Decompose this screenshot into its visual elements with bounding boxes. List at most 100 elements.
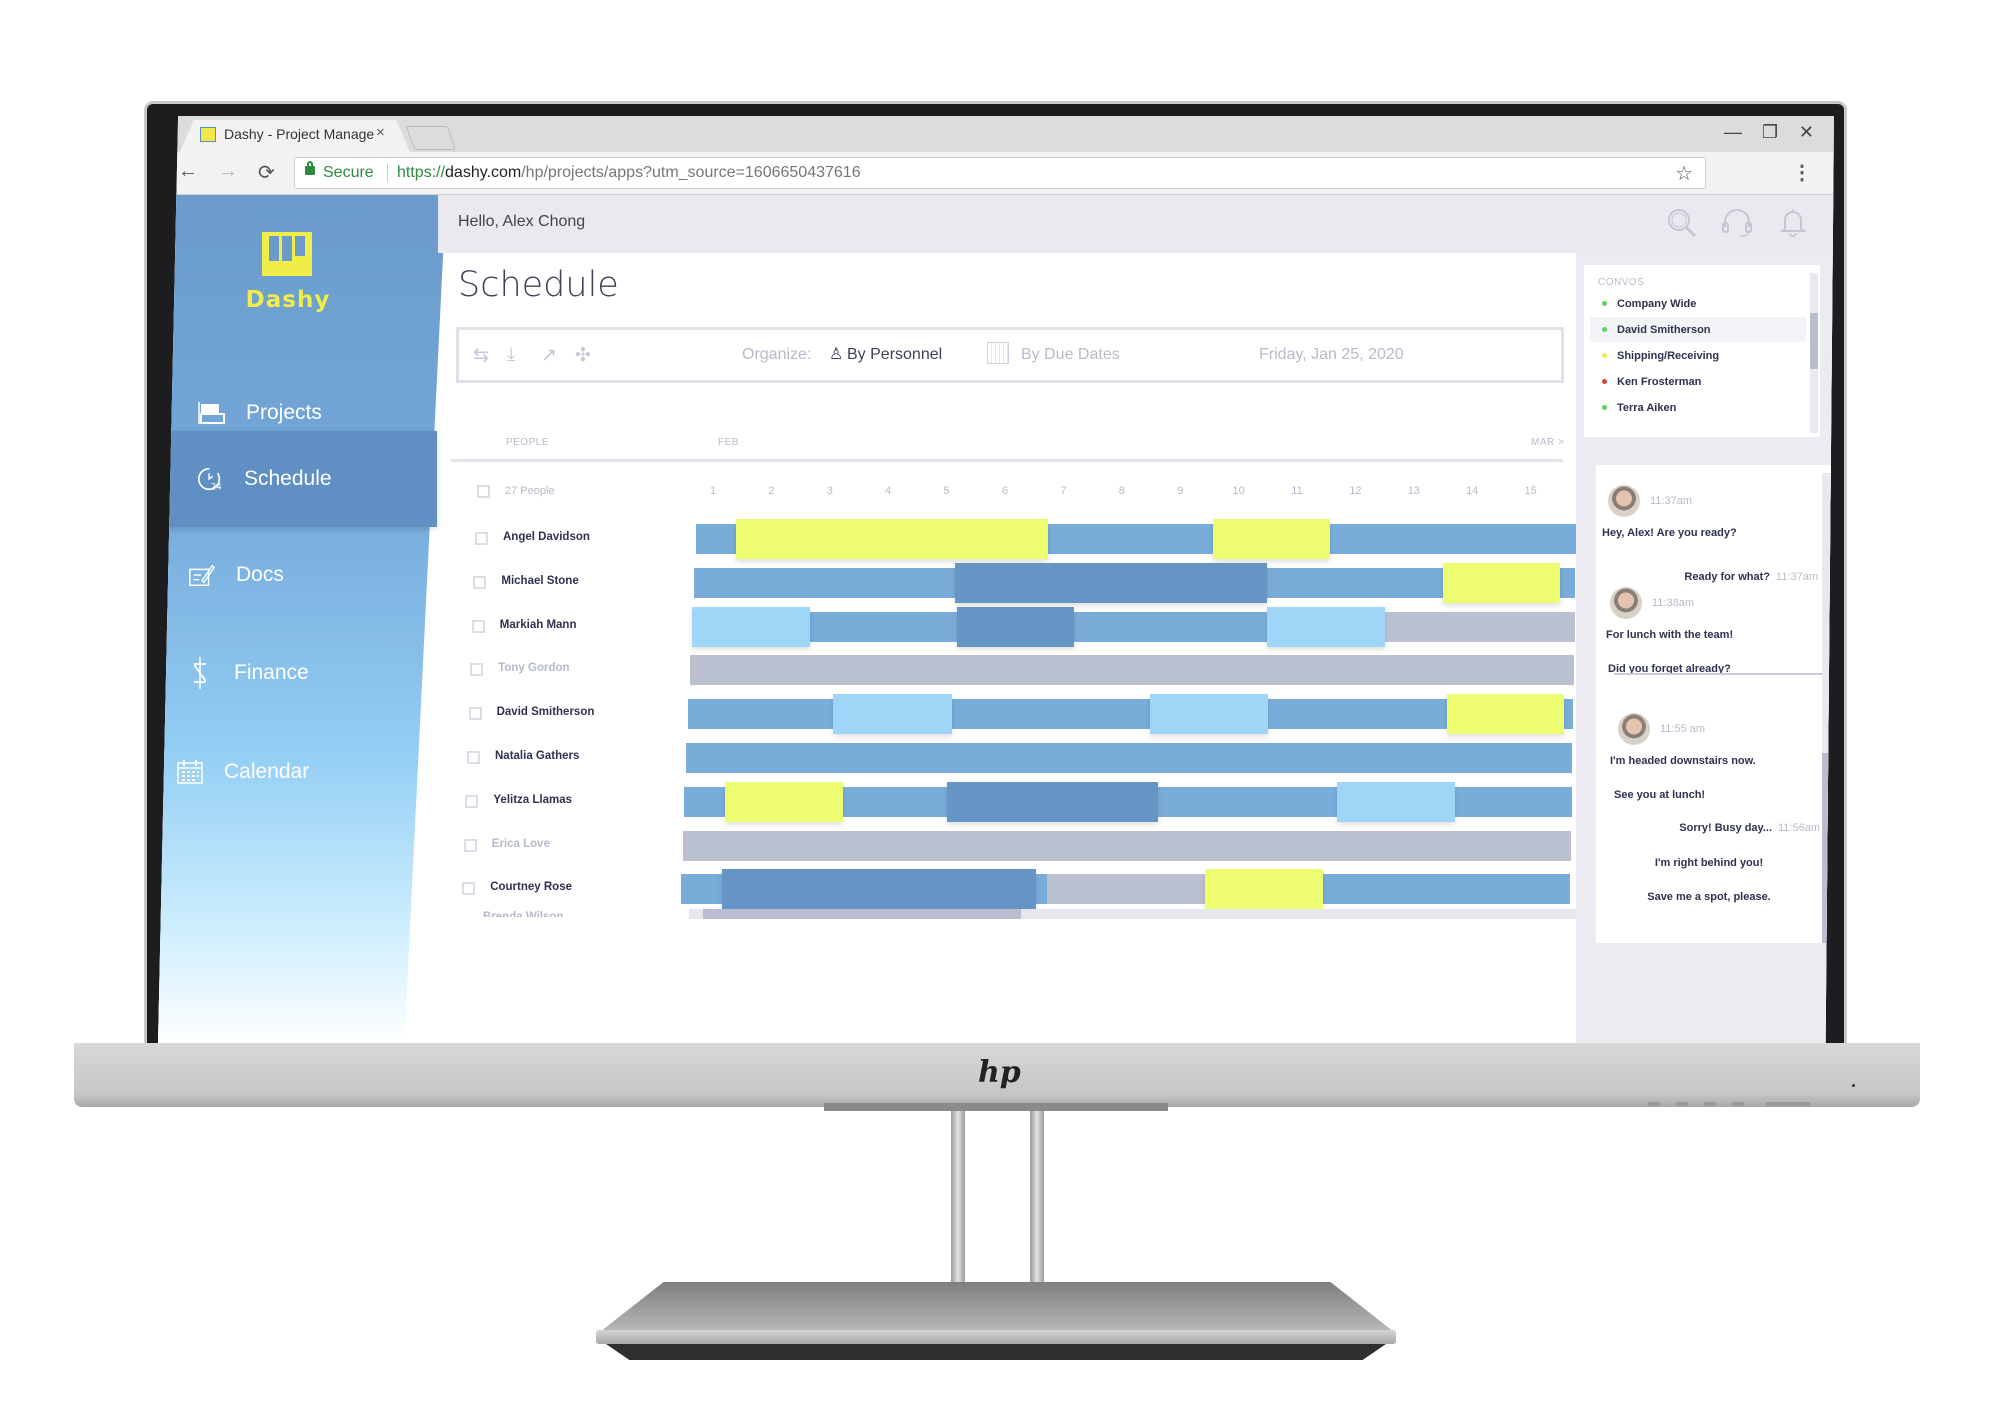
person-name[interactable]: Tony Gordon [498,662,569,674]
person-name[interactable]: Natalia Gathers [495,750,579,762]
monitor-button[interactable] [1676,1102,1688,1106]
power-button[interactable] [1766,1102,1810,1106]
row-checkbox[interactable] [473,575,487,589]
scrollbar-thumb[interactable] [1810,313,1818,369]
person-name[interactable]: Erica Love [492,838,550,850]
task-block-base[interactable] [686,743,1573,773]
hp-logo: hp [978,1055,1021,1090]
task-block-light[interactable] [692,606,810,647]
task-block-light[interactable] [1150,694,1268,735]
row-checkbox[interactable] [475,532,488,545]
row-checkbox[interactable] [462,882,476,896]
organize-by-personnel[interactable]: By Personnel [847,346,942,364]
sidebar-item-schedule[interactable]: 24 Schedule [158,449,484,509]
convo-item[interactable]: Company Wide [1590,291,1806,316]
avatar[interactable] [1610,587,1642,619]
reload-icon[interactable]: ⟳ [258,160,275,185]
export-icon[interactable]: ↗ [541,344,557,367]
sync-icon[interactable]: ⇆ [473,344,489,367]
browser-menu-icon[interactable]: ⋮ [1792,160,1812,185]
task-block-dark[interactable] [947,781,1159,822]
convo-item[interactable]: Ken Frosterman [1590,369,1806,394]
task-block-light[interactable] [833,694,952,735]
task-block-yellow[interactable] [1443,562,1561,603]
search-icon[interactable] [1666,207,1698,246]
calendar-small-icon[interactable] [987,342,1009,364]
monitor-button[interactable] [1648,1102,1660,1106]
app-header: Hello, Alex Chong [438,195,1834,253]
task-block-dark[interactable] [954,562,1267,603]
sidebar-item-projects[interactable]: Projects [158,383,486,443]
row-checkbox[interactable] [471,619,485,633]
convos-scrollbar[interactable] [1810,273,1818,433]
task-block-yellow[interactable] [1205,869,1323,910]
day-number: 4 [885,485,892,497]
restore-icon[interactable]: ❐ [1762,122,1778,143]
tab-close-icon[interactable]: × [376,124,385,141]
minimize-icon[interactable]: — [1724,122,1742,143]
task-block-gray[interactable] [1384,611,1575,642]
convo-item[interactable]: Terra Aiken [1590,395,1806,420]
convo-item[interactable]: Shipping/Receiving [1590,343,1806,368]
dashy-logo-icon[interactable] [262,232,312,276]
task-block-gray[interactable] [682,830,1571,861]
collapse-icon[interactable]: ✣ [575,344,591,367]
monitor-button[interactable] [1732,1102,1744,1106]
row-checkbox[interactable] [465,794,479,808]
organize-by-due-dates[interactable]: By Due Dates [1021,346,1120,364]
sidebar-item-finance[interactable]: Finance [158,643,474,703]
new-tab-button[interactable] [405,126,457,150]
url-text[interactable]: https://dashy.com/hp/projects/apps?utm_s… [397,164,861,182]
schedule-bar [690,655,1574,686]
row-checkbox[interactable] [463,838,477,852]
person-name[interactable]: Yelitza Llamas [493,794,572,806]
person-name[interactable]: David Smitherson [497,706,595,718]
docs-icon [188,561,216,589]
next-month-button[interactable]: MAR > [1531,437,1564,448]
address-bar[interactable]: Secure https://dashy.com/hp/projects/app… [294,157,1706,189]
sidebar-item-calendar[interactable]: Calendar [158,742,464,802]
task-block-yellow[interactable] [725,781,844,822]
avatar[interactable] [1618,713,1650,745]
close-window-icon[interactable]: ✕ [1799,122,1814,143]
sidebar-item-label: Finance [234,661,309,684]
task-block-base[interactable] [688,699,1574,730]
person-name[interactable]: Angel Davidson [503,531,590,543]
bookmark-star-icon[interactable]: ☆ [1675,161,1693,186]
task-block-light[interactable] [1336,781,1455,822]
row-checkbox[interactable] [468,707,482,721]
avatar[interactable] [1608,485,1640,517]
row-checkbox[interactable] [467,751,480,764]
task-block-yellow[interactable] [736,519,1048,559]
greeting-text: Hello, Alex Chong [458,213,586,230]
message-time: 11:38am [1652,597,1694,609]
select-all-checkbox[interactable] [477,485,490,498]
headset-icon[interactable] [1720,207,1754,246]
dashy-favicon-icon [200,127,216,142]
person-name[interactable]: Michael Stone [501,575,578,587]
convo-name: David Smitherson [1617,323,1711,336]
task-block-gray[interactable] [690,655,1574,686]
gantt-horizontal-scrollbar[interactable] [689,909,1595,919]
person-name[interactable]: Courtney Rose [490,881,572,893]
person-name[interactable]: Markiah Mann [500,619,577,631]
person-icon[interactable]: ♙ [829,344,843,364]
forward-icon[interactable]: → [218,160,238,183]
convo-item[interactable]: David Smitherson [1590,317,1806,342]
task-block-dark[interactable] [956,606,1075,647]
stand-base-edge [596,1330,1396,1344]
task-block-yellow[interactable] [1212,519,1330,559]
scrollbar-thumb[interactable] [703,909,1021,919]
task-block-light[interactable] [1267,606,1385,647]
monitor-button[interactable] [1704,1102,1716,1106]
task-block-dark[interactable] [721,869,1037,910]
monitor-screen: Dashy - Project Manager × — ❐ ✕ ← → ⟳ Se… [158,116,1834,1044]
task-block-yellow[interactable] [1446,694,1565,735]
sidebar-item-docs[interactable]: Docs [158,545,476,605]
secure-label: Secure [323,164,374,181]
download-icon[interactable]: ⤓ [507,344,515,366]
task-block-gray[interactable] [1047,874,1215,905]
back-icon[interactable]: ← [178,160,198,183]
bell-icon[interactable] [1778,207,1808,244]
row-checkbox[interactable] [470,663,484,677]
